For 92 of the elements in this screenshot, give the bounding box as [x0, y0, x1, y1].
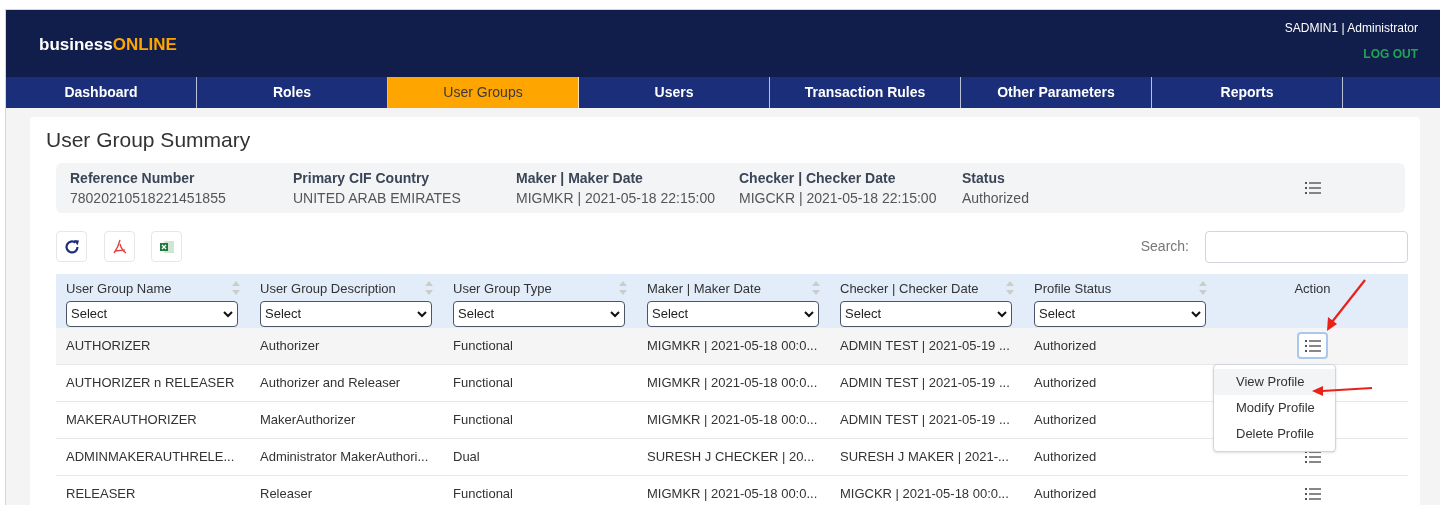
table-cell-text: MAKERAUTHORIZER — [65, 410, 198, 429]
filter-dropdown[interactable]: Select — [840, 301, 1012, 327]
chevron-icon — [610, 310, 620, 318]
chevron-icon — [804, 310, 814, 318]
table-cell-text: Functional — [452, 336, 514, 355]
pdf-icon — [112, 238, 127, 255]
summary-value: 78020210518221451855 — [70, 188, 227, 208]
chevron-icon — [1191, 310, 1201, 318]
chevron-icon — [417, 310, 427, 318]
table-cell-text: Authorized — [1033, 373, 1098, 392]
nav-tab[interactable]: Transaction Rules — [770, 77, 961, 108]
column-header: Maker | Maker Date — [647, 279, 761, 298]
summary-label: Primary CIF Country — [293, 168, 431, 188]
table-cell-text: Authorized — [1033, 410, 1098, 429]
table-cell-text: SURESH J CHECKER | 20... — [646, 447, 816, 466]
table-cell-text: Authorized — [1033, 484, 1098, 503]
table-cell-text: Functional — [452, 410, 514, 429]
refresh-icon — [63, 238, 80, 255]
table-cell-text: RELEASER — [65, 484, 137, 503]
column-header: Profile Status — [1034, 279, 1112, 298]
table-cell-text: Functional — [452, 373, 514, 392]
table-cell-text: AUTHORIZER n RELEASER — [65, 373, 236, 392]
annotation-arrow — [1312, 386, 1373, 396]
table-cell-text: ADMIN TEST | 2021-05-19 ... — [839, 373, 1011, 392]
summary-value: MIGMKR | 2021-05-18 22:15:00 — [516, 188, 716, 208]
refresh-button[interactable] — [56, 231, 87, 262]
nav-tab[interactable]: Users — [579, 77, 770, 108]
sort-icon[interactable] — [1199, 281, 1207, 296]
menu-item[interactable]: Delete Profile — [1214, 421, 1335, 447]
summary-value: MIGCKR | 2021-05-18 22:15:00 — [739, 188, 938, 208]
sort-icon[interactable] — [425, 281, 433, 296]
search-label: Search: — [1140, 237, 1189, 256]
table-cell-text: Dual — [452, 447, 481, 466]
search-field[interactable] — [1205, 230, 1408, 263]
pdf-button[interactable] — [104, 231, 135, 262]
table-cell-text: Administrator MakerAuthori... — [259, 447, 430, 466]
table-cell-text: Authorizer and Releaser — [259, 373, 402, 392]
table-cell-text: MIGMKR | 2021-05-18 00:0... — [646, 410, 819, 429]
filter-dropdown[interactable]: Select — [453, 301, 625, 327]
column-header: User Group Type — [453, 279, 552, 298]
column-header: Action — [1293, 279, 1332, 298]
table-cell-text: MIGMKR | 2021-05-18 00:0... — [646, 373, 819, 392]
column-header: Checker | Checker Date — [840, 279, 979, 298]
summary-label: Maker | Maker Date — [516, 168, 644, 188]
table-cell-text: MIGCKR | 2021-05-18 00:0... — [839, 484, 1010, 503]
sort-icon[interactable] — [232, 281, 240, 296]
list-icon — [1305, 180, 1321, 195]
table-cell-text: ADMIN TEST | 2021-05-19 ... — [839, 410, 1011, 429]
table-cell-text: Functional — [452, 484, 514, 503]
menu-item[interactable]: Modify Profile — [1214, 395, 1335, 421]
chevron-icon — [223, 310, 233, 318]
column-header: User Group Description — [260, 279, 396, 298]
table-cell-text: Authorized — [1033, 447, 1098, 466]
logo-text: businessONLINE — [39, 34, 177, 56]
filter-dropdown[interactable]: Select — [1034, 301, 1206, 327]
table-cell-text: MIGMKR | 2021-05-18 00:0... — [646, 484, 819, 503]
logout-link[interactable]: LOG OUT — [1363, 45, 1418, 63]
list-icon — [1304, 338, 1321, 353]
table-cell-text: Releaser — [259, 484, 314, 503]
table-cell-text: ADMIN TEST | 2021-05-19 ... — [839, 336, 1011, 355]
table-cell-text: AUTHORIZER — [65, 336, 152, 355]
list-icon — [1304, 449, 1321, 464]
chevron-icon — [997, 310, 1007, 318]
summary-label: Reference Number — [70, 168, 196, 188]
table-cell-text: MIGMKR | 2021-05-18 00:0... — [646, 336, 819, 355]
nav-tab[interactable]: Other Parameters — [961, 77, 1152, 108]
summary-value: Authorized — [962, 188, 1030, 208]
table-cell-text: SURESH J MAKER | 2021-... — [839, 447, 1010, 466]
filter-dropdown[interactable]: Select — [260, 301, 432, 327]
filter-dropdown[interactable]: Select — [66, 301, 238, 327]
table-cell-text: Authorizer — [259, 336, 321, 355]
nav-tab[interactable]: Reports — [1152, 77, 1343, 108]
menu-item[interactable]: View Profile — [1214, 369, 1335, 395]
spreadsheet-icon — [159, 239, 174, 254]
summary-value: UNITED ARAB EMIRATES — [293, 188, 462, 208]
nav-tab[interactable]: User Groups — [388, 77, 579, 108]
column-header: User Group Name — [66, 279, 172, 298]
filter-dropdown[interactable]: Select — [647, 301, 819, 327]
page-title: User Group Summary — [46, 127, 252, 153]
summary-label: Status — [962, 168, 1006, 188]
nav-tab[interactable]: Dashboard — [6, 77, 197, 108]
table-cell-text: Authorized — [1033, 336, 1098, 355]
sort-icon[interactable] — [1006, 281, 1014, 296]
action-menu-button[interactable] — [1297, 332, 1328, 359]
table-cell-text: ADMINMAKERAUTHRELE... — [65, 447, 236, 466]
sort-icon[interactable] — [619, 281, 627, 296]
summary-label: Checker | Checker Date — [739, 168, 897, 188]
sort-icon[interactable] — [812, 281, 820, 296]
list-icon — [1304, 486, 1321, 501]
table-cell-text: MakerAuthorizer — [259, 410, 357, 429]
excel-button[interactable] — [151, 231, 182, 262]
user-info: SADMIN1 | Administrator — [1284, 20, 1418, 37]
